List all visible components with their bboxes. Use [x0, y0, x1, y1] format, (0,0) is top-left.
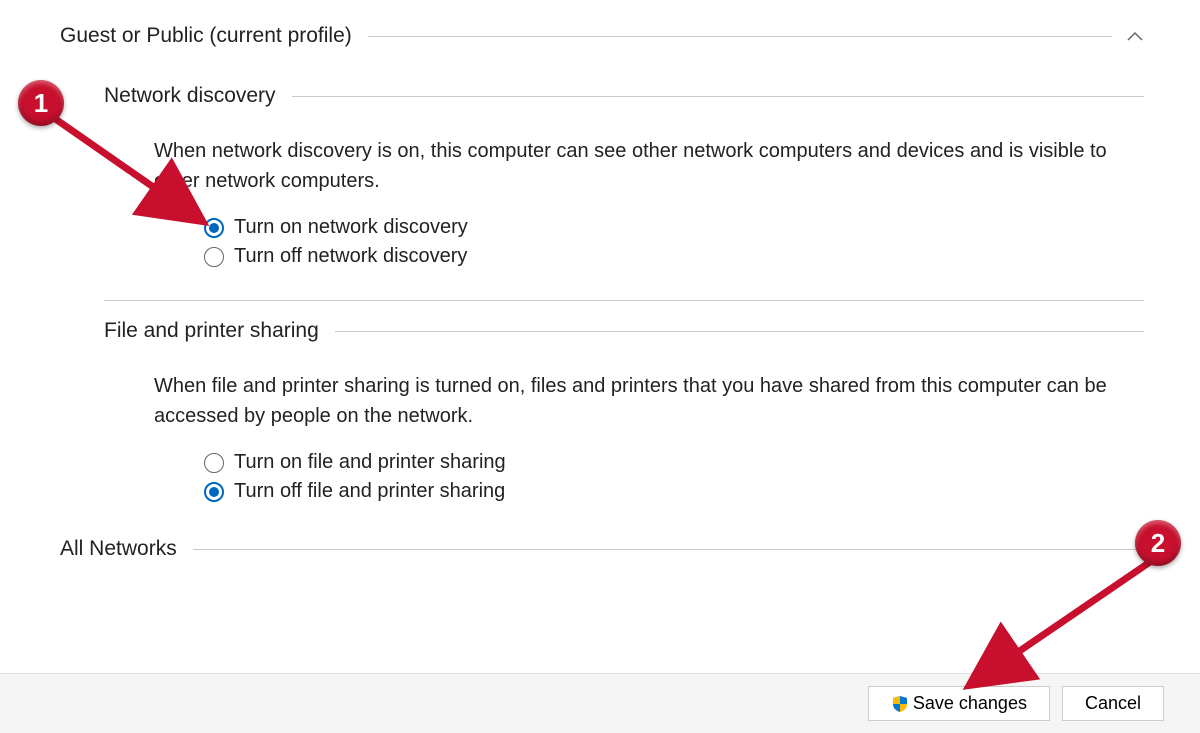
divider: [368, 36, 1112, 37]
radio-icon: [204, 453, 224, 473]
radio-icon: [204, 247, 224, 267]
uac-shield-icon: [891, 695, 909, 713]
profile-header-all-networks[interactable]: All Networks: [60, 537, 1144, 561]
footer-bar: Save changes Cancel: [0, 673, 1200, 733]
section-desc-file-printer: When file and printer sharing is turned …: [154, 371, 1134, 431]
radio-turn-on-network-discovery[interactable]: Turn on network discovery: [204, 216, 1144, 239]
radio-label: Turn off file and printer sharing: [234, 480, 505, 503]
profile-title: All Networks: [60, 537, 177, 561]
profile-title: Guest or Public (current profile): [60, 24, 352, 48]
button-label: Save changes: [913, 693, 1027, 714]
radio-turn-on-file-printer-sharing[interactable]: Turn on file and printer sharing: [204, 451, 1144, 474]
section-title-network-discovery: Network discovery: [104, 84, 276, 108]
radio-turn-off-file-printer-sharing[interactable]: Turn off file and printer sharing: [204, 480, 1144, 503]
annotation-badge-2: 2: [1135, 520, 1181, 566]
radio-label: Turn off network discovery: [234, 245, 467, 268]
radio-turn-off-network-discovery[interactable]: Turn off network discovery: [204, 245, 1144, 268]
chevron-up-icon: [1126, 27, 1144, 45]
radio-icon: [204, 218, 224, 238]
annotation-badge-1: 1: [18, 80, 64, 126]
divider: [193, 549, 1144, 550]
section-file-printer-sharing: File and printer sharing When file and p…: [104, 319, 1144, 503]
radio-label: Turn on network discovery: [234, 216, 468, 239]
profile-header-guest-public[interactable]: Guest or Public (current profile): [60, 24, 1144, 48]
divider: [104, 300, 1144, 301]
save-changes-button[interactable]: Save changes: [868, 686, 1050, 721]
divider: [292, 96, 1144, 97]
radio-label: Turn on file and printer sharing: [234, 451, 506, 474]
section-desc-network-discovery: When network discovery is on, this compu…: [154, 136, 1134, 196]
section-title-file-printer: File and printer sharing: [104, 319, 319, 343]
cancel-button[interactable]: Cancel: [1062, 686, 1164, 721]
radio-icon: [204, 482, 224, 502]
button-label: Cancel: [1085, 693, 1141, 714]
section-network-discovery: Network discovery When network discovery…: [104, 84, 1144, 268]
divider: [335, 331, 1144, 332]
